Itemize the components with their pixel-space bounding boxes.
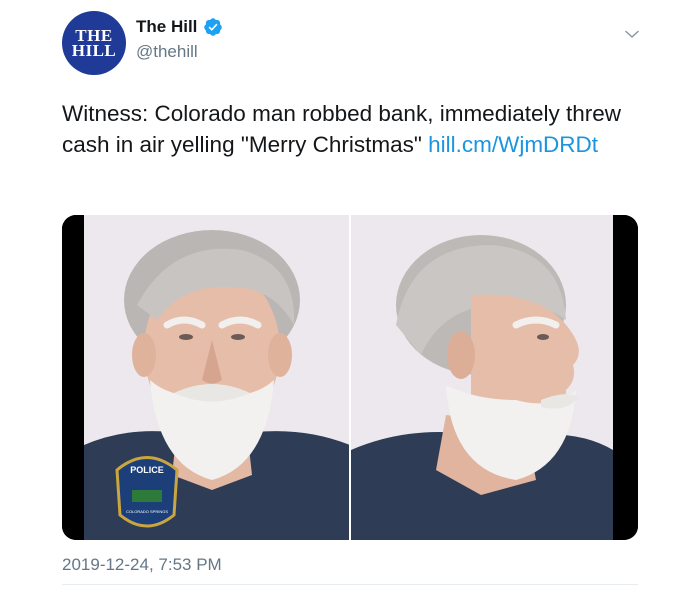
mugshot-front-photo[interactable]: POLICE COLORADO SPRINGS [62, 215, 349, 540]
display-name[interactable]: The Hill [136, 17, 197, 37]
chevron-down-icon [625, 30, 639, 38]
divider [62, 584, 638, 585]
badge-text: POLICE [130, 465, 164, 475]
tweet-card: THE HILL The Hill @thehill Witness: Colo… [0, 0, 680, 590]
mugshot-front-image: POLICE COLORADO SPRINGS [62, 215, 349, 540]
more-options-button[interactable] [620, 22, 644, 46]
verified-badge-icon [204, 18, 223, 36]
tweet-text: Witness: Colorado man robbed bank, immed… [62, 98, 632, 160]
user-handle[interactable]: @thehill [136, 42, 198, 62]
tweet-media[interactable]: POLICE COLORADO SPRINGS [62, 215, 638, 540]
avatar-text-line2: HILL [71, 41, 117, 60]
badge-subtext: COLORADO SPRINGS [126, 509, 168, 514]
avatar[interactable]: THE HILL [62, 11, 126, 75]
mugshot-side-photo[interactable] [349, 215, 638, 540]
author-name-row: The Hill [136, 17, 223, 37]
tweet-link[interactable]: hill.cm/WjmDRDt [428, 132, 598, 157]
mugshot-side-image [351, 215, 638, 540]
tweet-timestamp[interactable]: 2019-12-24, 7:53 PM [62, 555, 222, 575]
